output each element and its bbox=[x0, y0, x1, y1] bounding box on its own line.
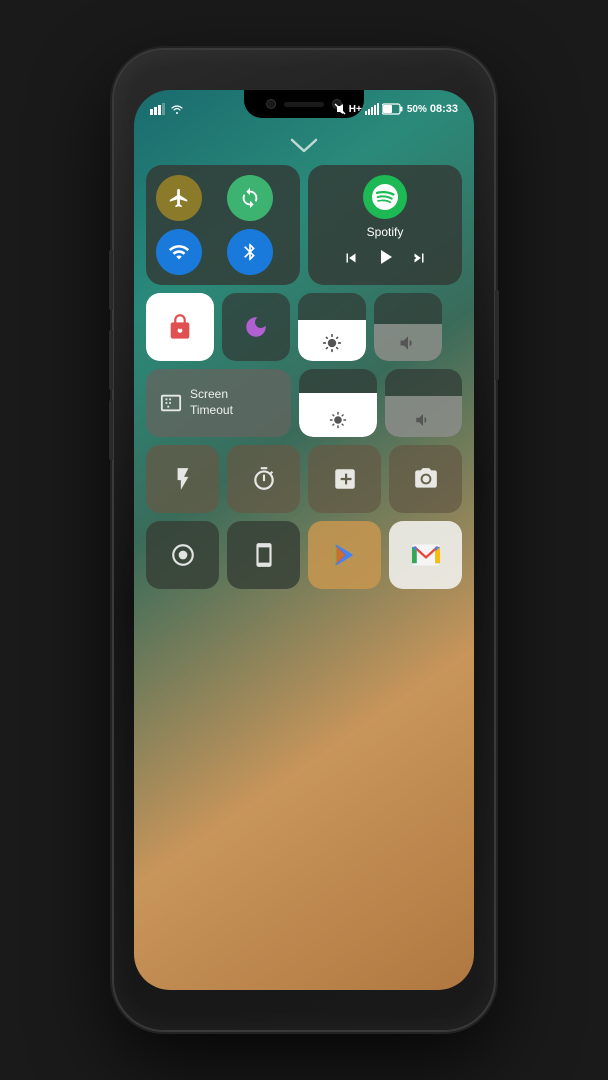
collapse-chevron[interactable] bbox=[290, 134, 318, 160]
airplane-mode-button[interactable] bbox=[156, 175, 202, 221]
connectivity-panel bbox=[146, 165, 300, 285]
do-not-disturb-button[interactable] bbox=[222, 293, 290, 361]
prev-button[interactable] bbox=[341, 249, 361, 272]
mute-icon bbox=[334, 103, 346, 115]
second-row bbox=[146, 293, 462, 361]
third-row: Screen Timeout bbox=[146, 369, 462, 437]
play-button[interactable] bbox=[373, 245, 397, 275]
rotation-lock-button[interactable] bbox=[146, 293, 214, 361]
phone-screen: H+ 50% 08:33 bbox=[134, 90, 474, 990]
top-row: Spotify bbox=[146, 165, 462, 285]
app-row-1 bbox=[146, 445, 462, 513]
status-left bbox=[150, 103, 184, 115]
wifi-status-icon bbox=[170, 103, 184, 115]
control-center: Spotify bbox=[146, 165, 462, 589]
network-type: H+ bbox=[349, 104, 362, 115]
next-button[interactable] bbox=[409, 249, 429, 272]
clock: 08:33 bbox=[430, 103, 458, 115]
signal-strength-icon bbox=[365, 103, 379, 115]
gmail-button[interactable] bbox=[389, 521, 462, 589]
camera-button[interactable] bbox=[389, 445, 462, 513]
app-row-2 bbox=[146, 521, 462, 589]
media-controls bbox=[341, 245, 429, 275]
spotify-logo bbox=[363, 175, 407, 219]
wifi-button[interactable] bbox=[156, 229, 202, 275]
status-bar: H+ 50% 08:33 bbox=[134, 90, 474, 122]
brightness-wide-slider[interactable] bbox=[299, 369, 377, 437]
timer-button[interactable] bbox=[227, 445, 300, 513]
spotify-panel[interactable]: Spotify bbox=[308, 165, 462, 285]
bluetooth-button[interactable] bbox=[227, 229, 273, 275]
flashlight-button[interactable] bbox=[146, 445, 219, 513]
screen-timeout-label-2: Timeout bbox=[190, 403, 233, 419]
phone-screen-button[interactable] bbox=[227, 521, 300, 589]
signal-icon bbox=[150, 103, 166, 115]
phone-device: H+ 50% 08:33 bbox=[114, 50, 494, 1030]
play-store-button[interactable] bbox=[308, 521, 381, 589]
spotify-label: Spotify bbox=[367, 225, 404, 239]
brightness-slider[interactable] bbox=[298, 293, 366, 361]
calculator-button[interactable] bbox=[308, 445, 381, 513]
battery-percent: 50% bbox=[407, 104, 427, 115]
volume-slider[interactable] bbox=[374, 293, 442, 361]
status-right: H+ 50% 08:33 bbox=[334, 103, 458, 115]
screen-timeout-button[interactable]: Screen Timeout bbox=[146, 369, 291, 437]
screen-record-button[interactable] bbox=[146, 521, 219, 589]
battery-icon bbox=[382, 103, 404, 115]
volume-wide-slider[interactable] bbox=[385, 369, 463, 437]
screen-timeout-label: Screen bbox=[190, 387, 233, 403]
rotation-button[interactable] bbox=[227, 175, 273, 221]
